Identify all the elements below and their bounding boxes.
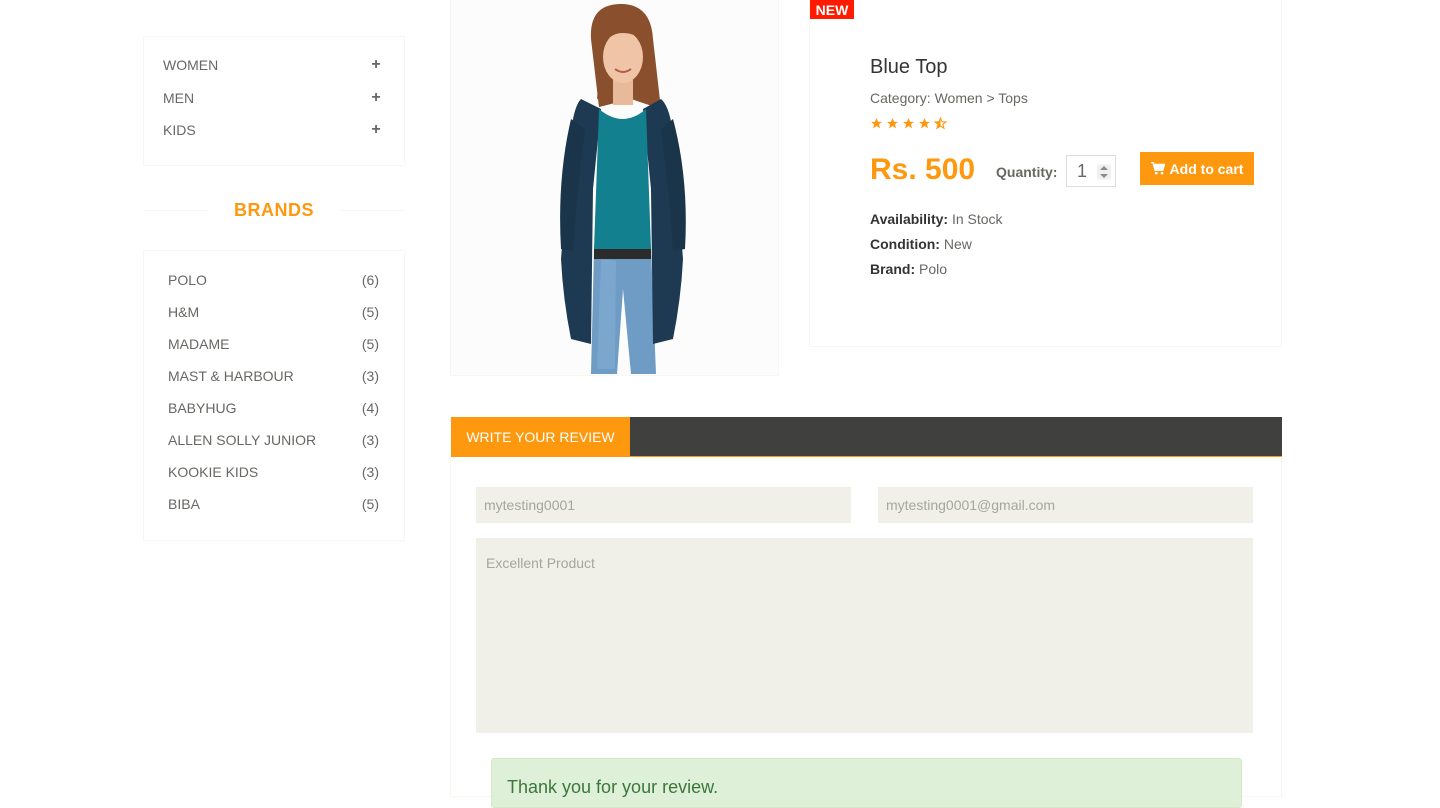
brand-name: KOOKIE KIDS [168,464,259,480]
review-name-field[interactable]: mytesting0001 [476,487,851,523]
condition-row: Condition: New [870,236,972,252]
shopping-cart-icon [1150,162,1165,175]
tab-write-your-review[interactable]: WRITE YOUR REVIEW [451,417,630,457]
plus-icon[interactable]: + [369,56,383,74]
brand-count: (4) [361,400,379,416]
availability-row: Availability: In Stock [870,211,1003,227]
quantity-stepper[interactable]: 1 [1066,155,1116,187]
product-image [450,0,779,376]
brands-title: BRANDS [233,199,314,220]
category-label: MEN [163,90,195,106]
brand-name: MAST & HARBOUR [168,368,294,384]
success-message: Thank you for your review. [507,777,719,797]
new-badge: NEW [810,0,854,19]
brand-name: POLO [168,272,207,288]
brand-count: (5) [361,336,379,352]
brand-name: BABYHUG [168,400,237,416]
condition-label: Condition: [870,236,940,252]
spinner-arrows-icon[interactable] [1097,164,1111,180]
brand-count: (3) [361,464,379,480]
brand-label: Brand: [870,261,916,277]
add-to-cart-button[interactable]: Add to cart [1140,152,1254,185]
success-alert: Thank you for your review. [491,758,1242,808]
brand-item-madame[interactable]: MADAME (5) [168,334,379,354]
woman-model-illustration [560,4,686,374]
brand-count: (6) [361,272,379,288]
brand-item-babyhug[interactable]: BABYHUG (4) [168,398,379,418]
brand-value: Polo [919,261,948,277]
availability-value: In Stock [951,211,1003,227]
category-label: KIDS [163,122,196,138]
rating-stars [870,117,947,130]
brand-name: MADAME [168,336,230,352]
brand-item-mast-harbour[interactable]: MAST & HARBOUR (3) [168,366,379,386]
review-email-field[interactable]: mytesting0001@gmail.com [878,487,1253,523]
brand-row: Brand: Polo [870,261,947,277]
brand-count: (5) [361,304,379,320]
star-icon [871,118,882,129]
category-label: WOMEN [163,57,219,73]
brand-item-kookie-kids[interactable]: KOOKIE KIDS (3) [168,462,379,482]
star-icon [919,118,930,129]
product-name: Blue Top [870,56,948,78]
category-title-cropped [143,0,405,4]
brands-heading: BRANDS [143,198,405,222]
brand-item-hm[interactable]: H&M (5) [168,302,379,322]
divider [143,210,208,211]
star-half-icon [934,117,947,130]
availability-label: Availability: [870,211,949,227]
brand-count: (5) [361,496,379,512]
category-item-women[interactable]: WOMEN + [163,55,383,75]
brand-name: BIBA [168,496,200,512]
plus-icon[interactable]: + [369,89,383,107]
divider [340,210,405,211]
category-item-men[interactable]: MEN + [163,88,383,108]
category-item-kids[interactable]: KIDS + [163,120,383,140]
condition-value: New [943,236,972,252]
brand-item-polo[interactable]: POLO (6) [168,270,379,290]
add-to-cart-label: Add to cart [1169,160,1244,177]
quantity-label: Quantity: [996,164,1058,180]
plus-icon[interactable]: + [369,121,383,139]
product-category: Category: Women > Tops [870,90,1028,106]
quantity-value[interactable]: 1 [1077,161,1097,182]
review-textarea[interactable]: Excellent Product [476,538,1253,733]
brand-item-allen-solly-junior[interactable]: ALLEN SOLLY JUNIOR (3) [168,430,379,450]
star-icon [887,118,898,129]
product-price: Rs. 500 [870,153,976,186]
brand-item-biba[interactable]: BIBA (5) [168,494,379,514]
star-icon [903,118,914,129]
brand-name: H&M [168,304,200,320]
brand-count: (3) [361,432,379,448]
brand-count: (3) [361,368,379,384]
brand-name: ALLEN SOLLY JUNIOR [168,432,317,448]
